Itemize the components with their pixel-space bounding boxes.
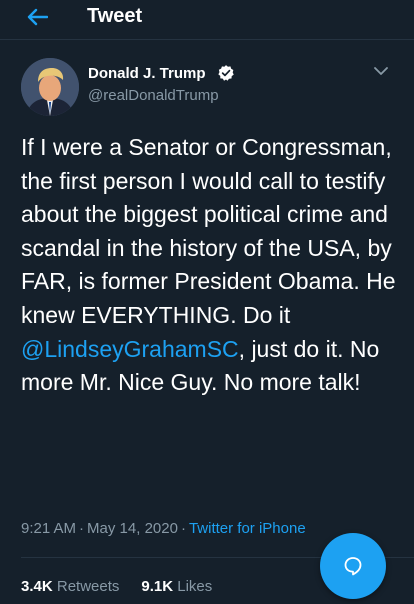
tweet-source-link[interactable]: Twitter for iPhone	[189, 520, 306, 537]
back-button[interactable]	[22, 4, 52, 30]
likes-label: Likes	[177, 578, 213, 595]
meta-separator: ·	[79, 520, 85, 537]
reply-fab-button[interactable]	[320, 533, 386, 599]
chevron-down-icon[interactable]	[372, 64, 390, 78]
tweet-stats: 3.4K Retweets 9.1K Likes	[21, 578, 212, 595]
meta-separator: ·	[180, 520, 186, 537]
verified-badge-icon	[218, 65, 234, 81]
likes-stat[interactable]: 9.1K Likes	[141, 578, 212, 595]
mention-link[interactable]: @LindseyGrahamSC	[21, 336, 239, 362]
retweets-label: Retweets	[56, 578, 120, 595]
avatar[interactable]	[21, 58, 79, 116]
tweet-text-before: If I were a Senator or Congressman, the …	[21, 134, 396, 328]
tweet-text: If I were a Senator or Congressman, the …	[21, 131, 405, 400]
reply-bubble-icon	[344, 557, 362, 576]
likes-count: 9.1K	[141, 578, 174, 595]
page-title: Tweet	[87, 5, 143, 27]
author-name[interactable]: Donald J. Trump	[88, 65, 206, 82]
avatar-image	[21, 58, 79, 116]
arrow-left-icon	[27, 8, 48, 26]
tweet-date: May 14, 2020	[87, 520, 178, 537]
retweets-count: 3.4K	[21, 578, 53, 595]
retweets-stat[interactable]: 3.4K Retweets	[21, 578, 119, 595]
top-bar: Tweet	[0, 0, 414, 40]
author-handle[interactable]: @realDonaldTrump	[88, 87, 219, 104]
tweet-time: 9:21 AM	[21, 520, 77, 537]
tweet-meta: 9:21 AM · May 14, 2020 · Twitter for iPhone	[21, 520, 306, 537]
